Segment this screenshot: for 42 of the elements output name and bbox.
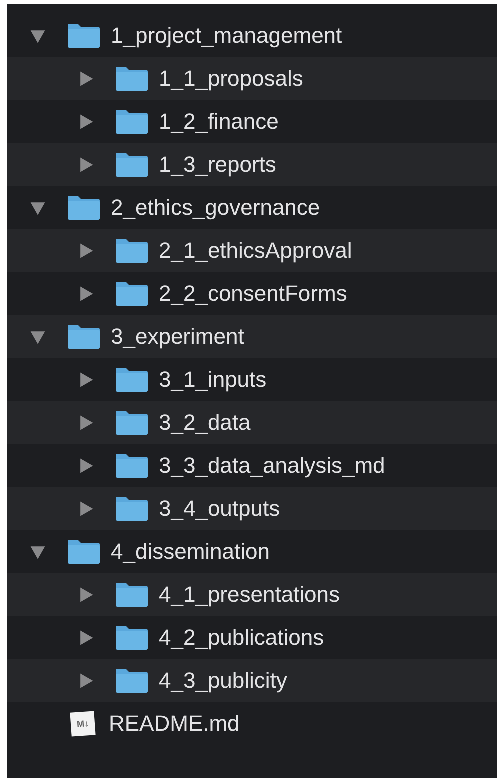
item-name: 1_3_reports (159, 152, 276, 178)
item-name: 4_dissemination (111, 538, 270, 564)
item-name: 4_3_publicity (159, 668, 288, 694)
folder-icon (115, 410, 149, 436)
item-name: 3_1_inputs (159, 366, 267, 392)
folder-icon (67, 538, 101, 564)
item-name: 1_project_management (111, 22, 342, 48)
item-name: 2_ethics_governance (111, 194, 320, 220)
folder-icon (67, 324, 101, 350)
item-name: 4_1_presentations (159, 582, 340, 608)
folder-icon (115, 366, 149, 392)
folder-icon (115, 452, 149, 478)
tree-row[interactable]: 3_4_outputs (7, 487, 497, 530)
folder-icon (115, 152, 149, 178)
tree-row[interactable]: 4_3_publicity (7, 659, 497, 702)
item-name: 1_2_finance (159, 108, 279, 134)
tree-row[interactable]: 1_1_proposals (7, 57, 497, 100)
folder-icon (67, 194, 101, 220)
tree-row[interactable]: 1_3_reports (7, 143, 497, 186)
item-name: README.md (109, 710, 240, 736)
folder-icon (115, 238, 149, 264)
folder-icon (115, 280, 149, 306)
item-name: 3_3_data_analysis_md (159, 452, 386, 478)
tree-row[interactable]: 2_1_ethicsApproval (7, 229, 497, 272)
folder-icon (115, 66, 149, 92)
markdown-file-icon: M↓ (70, 710, 96, 736)
item-name: 3_experiment (111, 324, 244, 350)
tree-row[interactable]: 4_1_presentations (7, 573, 497, 616)
folder-icon (115, 496, 149, 522)
item-name: 3_2_data (159, 410, 251, 436)
item-name: 1_1_proposals (159, 66, 304, 92)
item-name: 2_2_consentForms (159, 280, 348, 306)
tree-row[interactable]: 3_2_data (7, 401, 497, 444)
folder-icon (115, 668, 149, 694)
folder-icon (115, 582, 149, 608)
tree-row[interactable]: 3_experiment (7, 315, 497, 358)
folder-icon (115, 108, 149, 134)
item-name: 3_4_outputs (159, 496, 280, 522)
item-name: 2_1_ethicsApproval (159, 238, 352, 264)
folder-icon (67, 22, 101, 48)
item-name: 4_2_publications (159, 624, 324, 650)
folder-icon (115, 624, 149, 650)
